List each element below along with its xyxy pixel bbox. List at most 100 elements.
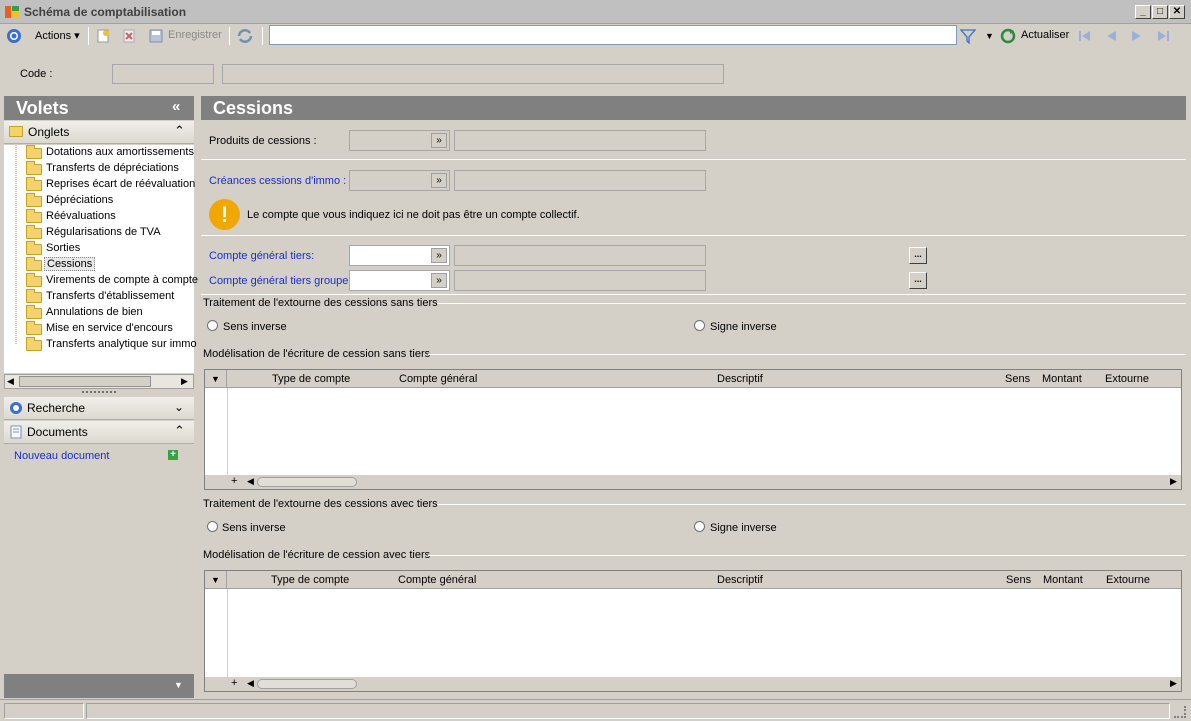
creances-description[interactable]	[454, 170, 706, 191]
tree-item-reprises[interactable]: Reprises écart de réévaluation	[4, 177, 195, 193]
col-compte-general[interactable]: Compte général	[398, 574, 476, 586]
scroll-thumb[interactable]	[19, 376, 151, 387]
combo-dropdown-icon[interactable]: »	[431, 133, 447, 148]
sans-tiers-grid[interactable]: ▼ Type de compte Compte général Descript…	[204, 369, 1182, 490]
minimize-button[interactable]: _	[1135, 5, 1151, 19]
scroll-right-icon[interactable]: ▶	[1170, 476, 1177, 487]
tree-item-annulations[interactable]: Annulations de bien	[4, 305, 194, 321]
code-input[interactable]	[112, 64, 214, 84]
delete-icon[interactable]	[121, 28, 137, 44]
first-record-icon[interactable]	[1078, 29, 1092, 43]
collapse-up-icon[interactable]: ⌃	[174, 423, 185, 439]
compte-tiers-combo[interactable]: »	[349, 245, 450, 266]
tree-item-depreciations[interactable]: Dépréciations	[4, 193, 194, 209]
tree-item-transferts-analytique[interactable]: Transferts analytique sur immo	[4, 337, 197, 353]
tree-item-dotations[interactable]: Dotations aux amortissements	[4, 145, 194, 161]
tree-item-transferts-etablissement[interactable]: Transferts d'établissement	[4, 289, 194, 305]
scroll-thumb[interactable]	[257, 679, 357, 689]
next-record-icon[interactable]	[1130, 29, 1144, 43]
refresh-icon[interactable]	[1000, 28, 1016, 44]
compte-tiers-groupe-combo[interactable]: »	[349, 270, 450, 291]
resize-grip-icon[interactable]	[1174, 706, 1186, 718]
scroll-left-icon[interactable]: ◀	[247, 678, 254, 689]
col-compte-general[interactable]: Compte général	[399, 373, 477, 385]
new-document-link[interactable]: Nouveau document	[14, 450, 109, 462]
sans-tiers-signe-inverse-label[interactable]: Signe inverse	[710, 321, 777, 333]
col-extourne[interactable]: Extourne	[1105, 373, 1149, 385]
close-button[interactable]: ✕	[1169, 5, 1185, 19]
scroll-thumb[interactable]	[257, 477, 357, 487]
col-type-compte[interactable]: Type de compte	[271, 574, 349, 586]
filter-icon[interactable]	[960, 28, 976, 44]
tree-item-virements[interactable]: Virements de compte à compte	[4, 273, 198, 289]
scroll-left-icon[interactable]: ◀	[247, 476, 254, 487]
last-record-icon[interactable]	[1156, 29, 1170, 43]
grid-horizontal-scrollbar[interactable]: + ◀ ▶	[205, 677, 1181, 691]
compte-tiers-groupe-description[interactable]	[454, 270, 706, 291]
add-row-icon[interactable]: +	[231, 677, 237, 689]
avec-tiers-grid[interactable]: ▼ Type de compte Compte général Descript…	[204, 570, 1182, 692]
save-icon[interactable]	[148, 28, 164, 44]
tree-item-sorties[interactable]: Sorties	[4, 241, 194, 257]
tree-item-cessions[interactable]: Cessions	[4, 257, 194, 273]
avec-tiers-sens-inverse-label[interactable]: Sens inverse	[222, 522, 286, 534]
expand-down-icon[interactable]: ⌄	[174, 400, 184, 414]
tree-item-reevaluations[interactable]: Réévaluations	[4, 209, 194, 225]
collapse-panel-icon[interactable]: «	[172, 98, 180, 115]
avec-tiers-signe-inverse-radio[interactable]	[694, 521, 705, 532]
collapse-up-icon[interactable]: ⌃	[174, 123, 185, 139]
grid-menu-icon[interactable]: ▼	[205, 571, 227, 589]
combo-dropdown-icon[interactable]: »	[431, 248, 447, 263]
refresh-button[interactable]: Actualiser	[1021, 29, 1069, 41]
col-sens[interactable]: Sens	[1005, 373, 1030, 385]
compte-tiers-description[interactable]	[454, 245, 706, 266]
creances-label[interactable]: Créances cessions d'immo :	[209, 175, 346, 187]
previous-record-icon[interactable]	[1104, 29, 1118, 43]
filter-dropdown-icon[interactable]: ▼	[985, 31, 994, 41]
options-icon[interactable]	[6, 28, 22, 44]
add-document-icon[interactable]: +	[168, 450, 178, 460]
grid-horizontal-scrollbar[interactable]: + ◀ ▶	[205, 475, 1181, 489]
col-type-compte[interactable]: Type de compte	[272, 373, 350, 385]
maximize-button[interactable]: □	[1152, 5, 1168, 19]
splitter-grip[interactable]	[82, 391, 116, 394]
scroll-left-icon[interactable]: ◀	[7, 376, 14, 387]
sans-tiers-sens-inverse-radio[interactable]	[207, 320, 218, 331]
compte-tiers-groupe-label[interactable]: Compte général tiers groupe:	[209, 275, 351, 287]
scroll-right-icon[interactable]: ▶	[181, 376, 188, 387]
combo-dropdown-icon[interactable]: »	[431, 173, 447, 188]
scroll-right-icon[interactable]: ▶	[1170, 678, 1177, 689]
col-descriptif[interactable]: Descriptif	[717, 373, 763, 385]
col-extourne[interactable]: Extourne	[1106, 574, 1150, 586]
add-row-icon[interactable]: +	[231, 475, 237, 487]
footer-dropdown-icon[interactable]: ▼	[174, 680, 183, 690]
produits-description[interactable]	[454, 130, 706, 151]
creances-combo[interactable]: »	[349, 170, 450, 191]
combo-dropdown-icon[interactable]: »	[431, 273, 447, 288]
tree-item-regularisations-tva[interactable]: Régularisations de TVA	[4, 225, 194, 241]
new-icon[interactable]	[95, 28, 111, 44]
avec-tiers-sens-inverse-radio[interactable]	[207, 521, 218, 532]
sans-tiers-signe-inverse-radio[interactable]	[694, 320, 705, 331]
tree-item-transferts-depreciations[interactable]: Transferts de dépréciations	[4, 161, 194, 177]
compte-tiers-label[interactable]: Compte général tiers:	[209, 250, 314, 262]
search-input[interactable]	[269, 25, 957, 45]
col-sens[interactable]: Sens	[1006, 574, 1031, 586]
actions-menu[interactable]: Actions ▾	[35, 29, 80, 42]
compte-tiers-browse-button[interactable]: ...	[909, 247, 927, 264]
onglets-header[interactable]: Onglets ⌃	[4, 121, 194, 144]
code-description-input[interactable]	[222, 64, 724, 84]
sync-icon[interactable]	[236, 27, 254, 45]
col-montant[interactable]: Montant	[1043, 574, 1083, 586]
compte-tiers-groupe-browse-button[interactable]: ...	[909, 272, 927, 289]
tree-item-mise-en-service[interactable]: Mise en service d'encours	[4, 321, 194, 337]
documents-header[interactable]: Documents ⌃	[4, 421, 194, 444]
produits-combo[interactable]: »	[349, 130, 450, 151]
avec-tiers-signe-inverse-label[interactable]: Signe inverse	[710, 522, 777, 534]
save-button[interactable]: Enregistrer	[168, 29, 222, 41]
col-montant[interactable]: Montant	[1042, 373, 1082, 385]
tree-horizontal-scrollbar[interactable]: ◀ ▶	[4, 374, 194, 389]
recherche-header[interactable]: Recherche ⌄	[4, 397, 194, 420]
sans-tiers-sens-inverse-label[interactable]: Sens inverse	[223, 321, 287, 333]
col-descriptif[interactable]: Descriptif	[717, 574, 763, 586]
